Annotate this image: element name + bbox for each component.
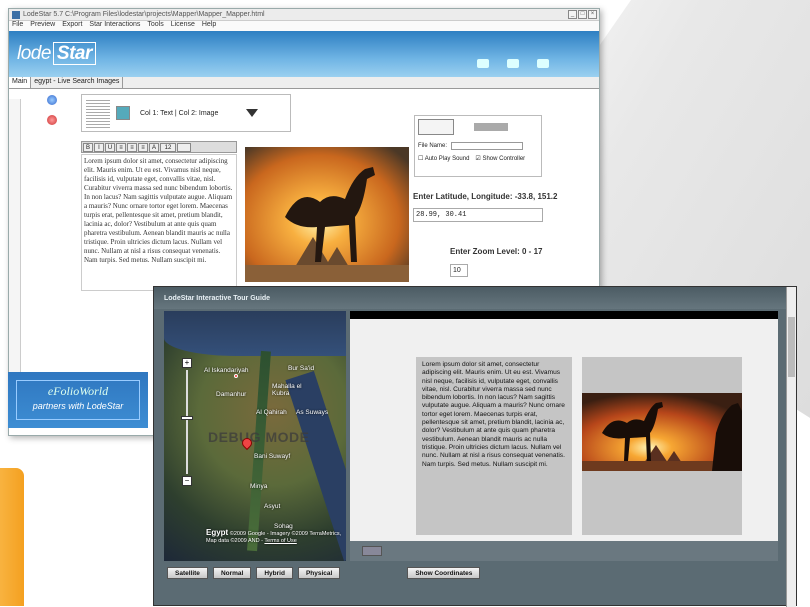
map-city-dot	[234, 374, 238, 378]
orange-page-edge	[0, 468, 24, 606]
page-add-remove	[47, 95, 57, 135]
show-controller-checkbox[interactable]: ☑ Show Controller	[475, 155, 525, 162]
tour-body-text: Lorem ipsum dolor sit amet, consectetur …	[416, 357, 572, 535]
camel-image	[245, 147, 409, 282]
map-label-suez: As Suways	[296, 409, 329, 416]
menu-preview[interactable]: Preview	[30, 21, 55, 31]
latlong-label: Enter Latitude, Longitude: -33.8, 151.2	[413, 192, 558, 201]
layout-thumbnail	[86, 98, 110, 128]
nile-valley	[247, 350, 271, 552]
physical-button[interactable]: Physical	[297, 567, 341, 579]
tab-egypt[interactable]: egypt - Live Search Images	[31, 77, 124, 88]
align-right-button[interactable]: ≡	[138, 143, 148, 152]
font-size-select[interactable]: 12	[160, 143, 176, 152]
title-bar: LodeStar 5.7 C:\Program Files\lodestar\p…	[9, 9, 599, 21]
camel-pyramids-image	[582, 393, 742, 471]
page-tabs: Main egypt - Live Search Images	[9, 77, 599, 89]
menu-tools[interactable]: Tools	[147, 21, 163, 31]
map-type-bar: Satellite Normal Hybrid Physical Show Co…	[154, 563, 798, 583]
rich-text-toolbar: B I U ≡ ≡ ≡ A 12	[81, 141, 237, 153]
mediterranean-sea	[164, 311, 346, 356]
content-panel: Lorem ipsum dolor sit amet, consectetur …	[350, 311, 778, 561]
camera-icon[interactable]	[507, 59, 519, 68]
folder-icon[interactable]	[477, 59, 489, 68]
speaker-icon[interactable]	[418, 119, 454, 135]
normal-button[interactable]: Normal	[212, 567, 252, 579]
app-icon	[12, 10, 20, 19]
align-left-button[interactable]: ≡	[116, 143, 126, 152]
menu-file[interactable]: File	[12, 21, 23, 31]
star-icon[interactable]	[537, 59, 549, 68]
close-button[interactable]: ×	[588, 10, 597, 19]
minimize-button[interactable]: _	[568, 10, 577, 19]
menu-license[interactable]: License	[171, 21, 195, 31]
map-label-port-said: Bur Sa'id	[288, 365, 315, 372]
content-nav-bar	[350, 541, 778, 561]
link-button[interactable]	[177, 143, 191, 152]
bold-button[interactable]: B	[83, 143, 93, 152]
map-zoom-control: + −	[181, 358, 193, 488]
map-label-alexandria: Al Iskandariyah	[204, 367, 249, 374]
lodestar-banner: lode Star	[9, 31, 599, 77]
menu-bar: File Preview Export Star Interactions To…	[9, 21, 599, 31]
align-center-button[interactable]: ≡	[127, 143, 137, 152]
audio-settings-box: File Name: ☐ Auto Play Sound ☑ Show Cont…	[414, 115, 542, 177]
menu-star-interactions[interactable]: Star Interactions	[89, 21, 140, 31]
map-label-bani-suwayf: Bani Suwayf	[254, 453, 291, 460]
rich-text-body[interactable]: Lorem ipsum dolor sit amet, consectetur …	[81, 154, 237, 291]
satellite-map[interactable]: + − Al Iskandariyah Bur Sa'id Damanhur M…	[164, 311, 346, 561]
menu-export[interactable]: Export	[62, 21, 82, 31]
tour-title: LodeStar Interactive Tour Guide	[154, 287, 796, 309]
file-name-input[interactable]	[451, 142, 524, 150]
satellite-button[interactable]: Satellite	[167, 567, 208, 579]
maximize-button[interactable]: □	[578, 10, 587, 19]
map-label-asyut: Asyut	[264, 503, 281, 510]
latlong-input[interactable]: 28.99, 30.41	[413, 208, 543, 222]
terms-link[interactable]: Terms of Use	[264, 538, 296, 544]
lodestar-logo: lode Star	[17, 42, 96, 65]
zoom-out-button[interactable]: −	[182, 476, 192, 486]
map-label-damanhur: Damanhur	[216, 391, 247, 398]
debug-mode-watermark: DEBUG MODE	[208, 429, 310, 445]
hybrid-button[interactable]: Hybrid	[256, 567, 293, 579]
add-page-icon[interactable]	[47, 95, 57, 105]
zoom-label: Enter Zoom Level: 0 - 17	[450, 247, 543, 256]
italic-button[interactable]: I	[94, 143, 104, 152]
tour-guide-window: LodeStar Interactive Tour Guide + − Al I…	[153, 286, 798, 607]
dropdown-arrow-icon[interactable]	[246, 109, 259, 117]
remove-page-icon[interactable]	[47, 115, 57, 125]
efolio-banner[interactable]: eFolioWorld partners with LodeStar	[8, 372, 148, 428]
layout-selector[interactable]: Col 1: Text | Col 2: Image	[81, 94, 291, 132]
window-title: LodeStar 5.7 C:\Program Files\lodestar\p…	[23, 11, 265, 18]
efolio-tagline: partners with LodeStar	[32, 401, 124, 411]
map-label-mahalla: Mahalla el Kubra	[272, 383, 302, 397]
file-name-label: File Name:	[418, 143, 448, 149]
zoom-in-button[interactable]: +	[182, 358, 192, 368]
zoom-slider-handle[interactable]	[181, 416, 193, 420]
menu-help[interactable]: Help	[202, 21, 216, 31]
audio-bars-icon	[474, 123, 508, 131]
show-coordinates-button[interactable]: Show Coordinates	[407, 567, 481, 579]
font-color-button[interactable]: A	[149, 143, 159, 152]
prev-next-arrows[interactable]	[362, 546, 382, 556]
map-label-cairo: Al Qahirah	[256, 409, 287, 416]
layout-icon	[116, 106, 130, 120]
vertical-scrollbar[interactable]	[786, 287, 796, 607]
tab-main[interactable]: Main	[9, 77, 32, 88]
map-label-minya: Minya	[250, 483, 268, 490]
map-copyright: Egypt ©2009 Google - Imagery ©2009 Terra…	[206, 528, 342, 545]
autoplay-checkbox[interactable]: ☐ Auto Play Sound	[418, 155, 469, 162]
scrollbar-thumb[interactable]	[788, 317, 795, 377]
left-gutter	[9, 99, 21, 389]
zoom-track[interactable]	[186, 370, 188, 474]
layout-label: Col 1: Text | Col 2: Image	[140, 109, 219, 117]
underline-button[interactable]: U	[105, 143, 115, 152]
tour-image-frame	[582, 357, 742, 535]
content-header-bar	[350, 311, 778, 319]
zoom-input[interactable]: 10	[450, 264, 468, 277]
efolio-brand: eFolioWorld	[47, 384, 109, 398]
